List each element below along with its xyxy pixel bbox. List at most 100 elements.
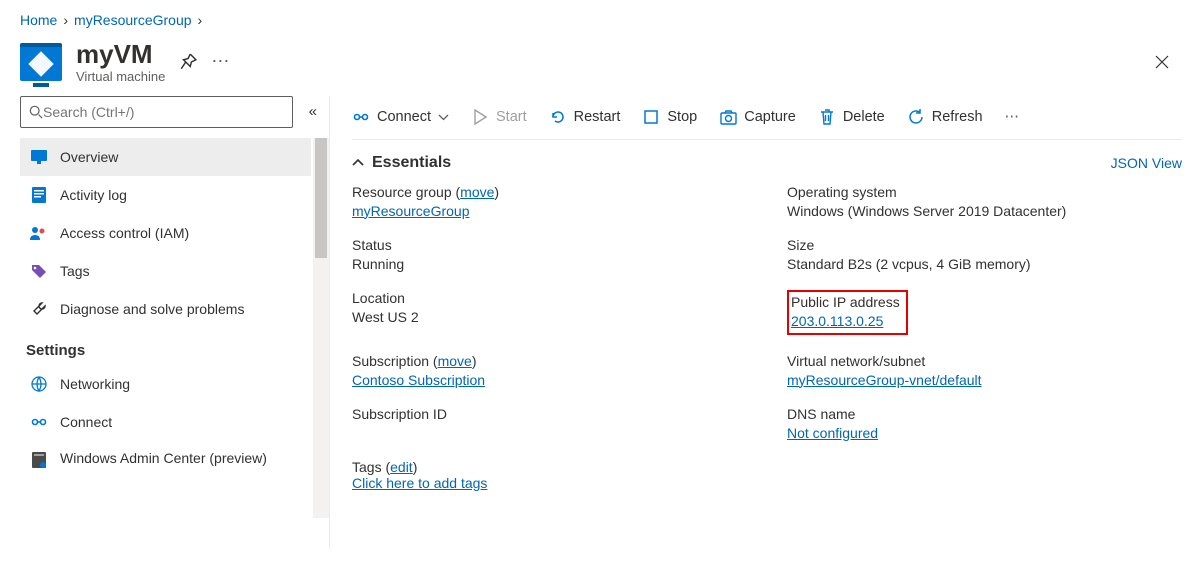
more-button[interactable]: ⋯: [1005, 109, 1022, 125]
globe-icon: [30, 375, 48, 393]
label-text: Subscription (: [352, 353, 438, 369]
field-public-ip: Public IP address 203.0.113.0.25: [787, 290, 1182, 335]
field-resource-group: Resource group (move) myResourceGroup: [352, 184, 747, 219]
add-tags-link[interactable]: Click here to add tags: [352, 475, 487, 491]
nav-label: Access control (IAM): [60, 225, 189, 241]
field-vnet: Virtual network/subnet myResourceGroup-v…: [787, 353, 1182, 388]
restart-button[interactable]: Restart: [549, 108, 621, 126]
nav-label: Networking: [60, 376, 130, 392]
tags-row: Tags (edit) Click here to add tags: [352, 441, 1182, 491]
field-os: Operating system Windows (Windows Server…: [787, 184, 1182, 219]
nav-activity-log[interactable]: Activity log: [20, 176, 311, 214]
label-text: ): [494, 184, 499, 200]
nav-label: Tags: [60, 263, 90, 279]
nav-section-settings: Settings: [20, 328, 311, 365]
nav-diagnose[interactable]: Diagnose and solve problems: [20, 290, 311, 328]
label-text: Location: [352, 290, 747, 306]
title-row: myVM Virtual machine ⋯: [0, 36, 1200, 84]
breadcrumb-home[interactable]: Home: [20, 12, 57, 28]
dns-link[interactable]: Not configured: [787, 425, 878, 441]
sidebar: « ▲ Overview Activity log: [0, 96, 330, 549]
capture-button[interactable]: Capture: [719, 108, 796, 126]
button-label: Stop: [667, 109, 697, 125]
essentials-toggle[interactable]: Essentials: [352, 154, 451, 172]
toolbar: Connect Start Restart: [352, 96, 1182, 140]
nav-label: Diagnose and solve problems: [60, 301, 244, 317]
breadcrumb: Home › myResourceGroup ›: [0, 0, 1200, 36]
collapse-sidebar-icon[interactable]: «: [309, 103, 313, 120]
restart-icon: [549, 108, 567, 126]
nav-overview[interactable]: Overview: [20, 138, 311, 176]
start-button[interactable]: Start: [471, 108, 527, 126]
essentials-title: Essentials: [372, 154, 451, 172]
tag-icon: [30, 262, 48, 280]
wrench-icon: [30, 300, 48, 318]
breadcrumb-group[interactable]: myResourceGroup: [74, 12, 192, 28]
nav-networking[interactable]: Networking: [20, 365, 311, 403]
nav-tags[interactable]: Tags: [20, 252, 311, 290]
label-text: ): [472, 353, 477, 369]
nav-label: Overview: [60, 149, 118, 165]
nav-label: Windows Admin Center (preview): [60, 449, 267, 467]
nav-connect[interactable]: Connect: [20, 403, 311, 441]
nav-access-control[interactable]: Access control (IAM): [20, 214, 311, 252]
move-link[interactable]: move: [460, 184, 494, 200]
connect-button[interactable]: Connect: [352, 108, 449, 126]
nav-windows-admin-center[interactable]: Windows Admin Center (preview): [20, 441, 311, 477]
log-icon: [30, 186, 48, 204]
essentials-grid: Resource group (move) myResourceGroup Op…: [352, 184, 1182, 441]
resource-group-link[interactable]: myResourceGroup: [352, 203, 470, 219]
field-size: Size Standard B2s (2 vcpus, 4 GiB memory…: [787, 237, 1182, 272]
button-label: Delete: [843, 109, 885, 125]
label-text: Resource group (: [352, 184, 460, 200]
chevron-up-icon: [352, 159, 364, 167]
chevron-right-icon: ›: [198, 12, 203, 28]
search-icon: [29, 105, 43, 119]
edit-tags-link[interactable]: edit: [390, 459, 413, 475]
value-text: Windows (Windows Server 2019 Datacenter): [787, 203, 1182, 219]
field-location: Location West US 2: [352, 290, 747, 335]
page-title: myVM: [76, 40, 165, 69]
capture-icon: [719, 108, 737, 126]
vnet-link[interactable]: myResourceGroup-vnet/default: [787, 372, 982, 388]
delete-button[interactable]: Delete: [818, 108, 885, 126]
json-view-link[interactable]: JSON View: [1111, 155, 1182, 171]
scrollbar-thumb[interactable]: [315, 138, 327, 258]
close-button[interactable]: [1154, 54, 1180, 70]
chevron-right-icon: ›: [63, 12, 68, 28]
chevron-down-icon: [438, 114, 449, 121]
label-text: Status: [352, 237, 747, 253]
public-ip-link[interactable]: 203.0.113.0.25: [791, 313, 883, 329]
button-label: Capture: [744, 109, 796, 125]
scrollbar-track[interactable]: [313, 138, 329, 518]
value-text: Standard B2s (2 vcpus, 4 GiB memory): [787, 256, 1182, 272]
refresh-icon: [907, 108, 925, 126]
monitor-icon: [30, 148, 48, 166]
label-text: DNS name: [787, 406, 1182, 422]
essentials-header: Essentials JSON View: [352, 140, 1182, 184]
stop-icon: [642, 108, 660, 126]
nav-label: Activity log: [60, 187, 127, 203]
connect-icon: [352, 108, 370, 126]
move-link[interactable]: move: [438, 353, 472, 369]
more-menu-icon[interactable]: ⋯: [211, 51, 231, 72]
value-text: West US 2: [352, 309, 747, 325]
page-subtitle: Virtual machine: [76, 69, 165, 84]
pin-icon[interactable]: [179, 53, 197, 71]
nav-label: Connect: [60, 414, 112, 430]
label-text: Size: [787, 237, 1182, 253]
search-box[interactable]: [20, 96, 293, 128]
label-text: Subscription ID: [352, 406, 747, 422]
content: Connect Start Restart: [330, 96, 1200, 549]
search-input[interactable]: [43, 104, 284, 120]
label-text: Tags (: [352, 459, 390, 475]
server-icon: [30, 451, 48, 469]
subscription-link[interactable]: Contoso Subscription: [352, 372, 485, 388]
vm-icon: [20, 43, 62, 81]
label-text: Operating system: [787, 184, 1182, 200]
label-text: ): [413, 459, 418, 475]
field-status: Status Running: [352, 237, 747, 272]
field-dns: DNS name Not configured: [787, 406, 1182, 441]
refresh-button[interactable]: Refresh: [907, 108, 983, 126]
stop-button[interactable]: Stop: [642, 108, 697, 126]
